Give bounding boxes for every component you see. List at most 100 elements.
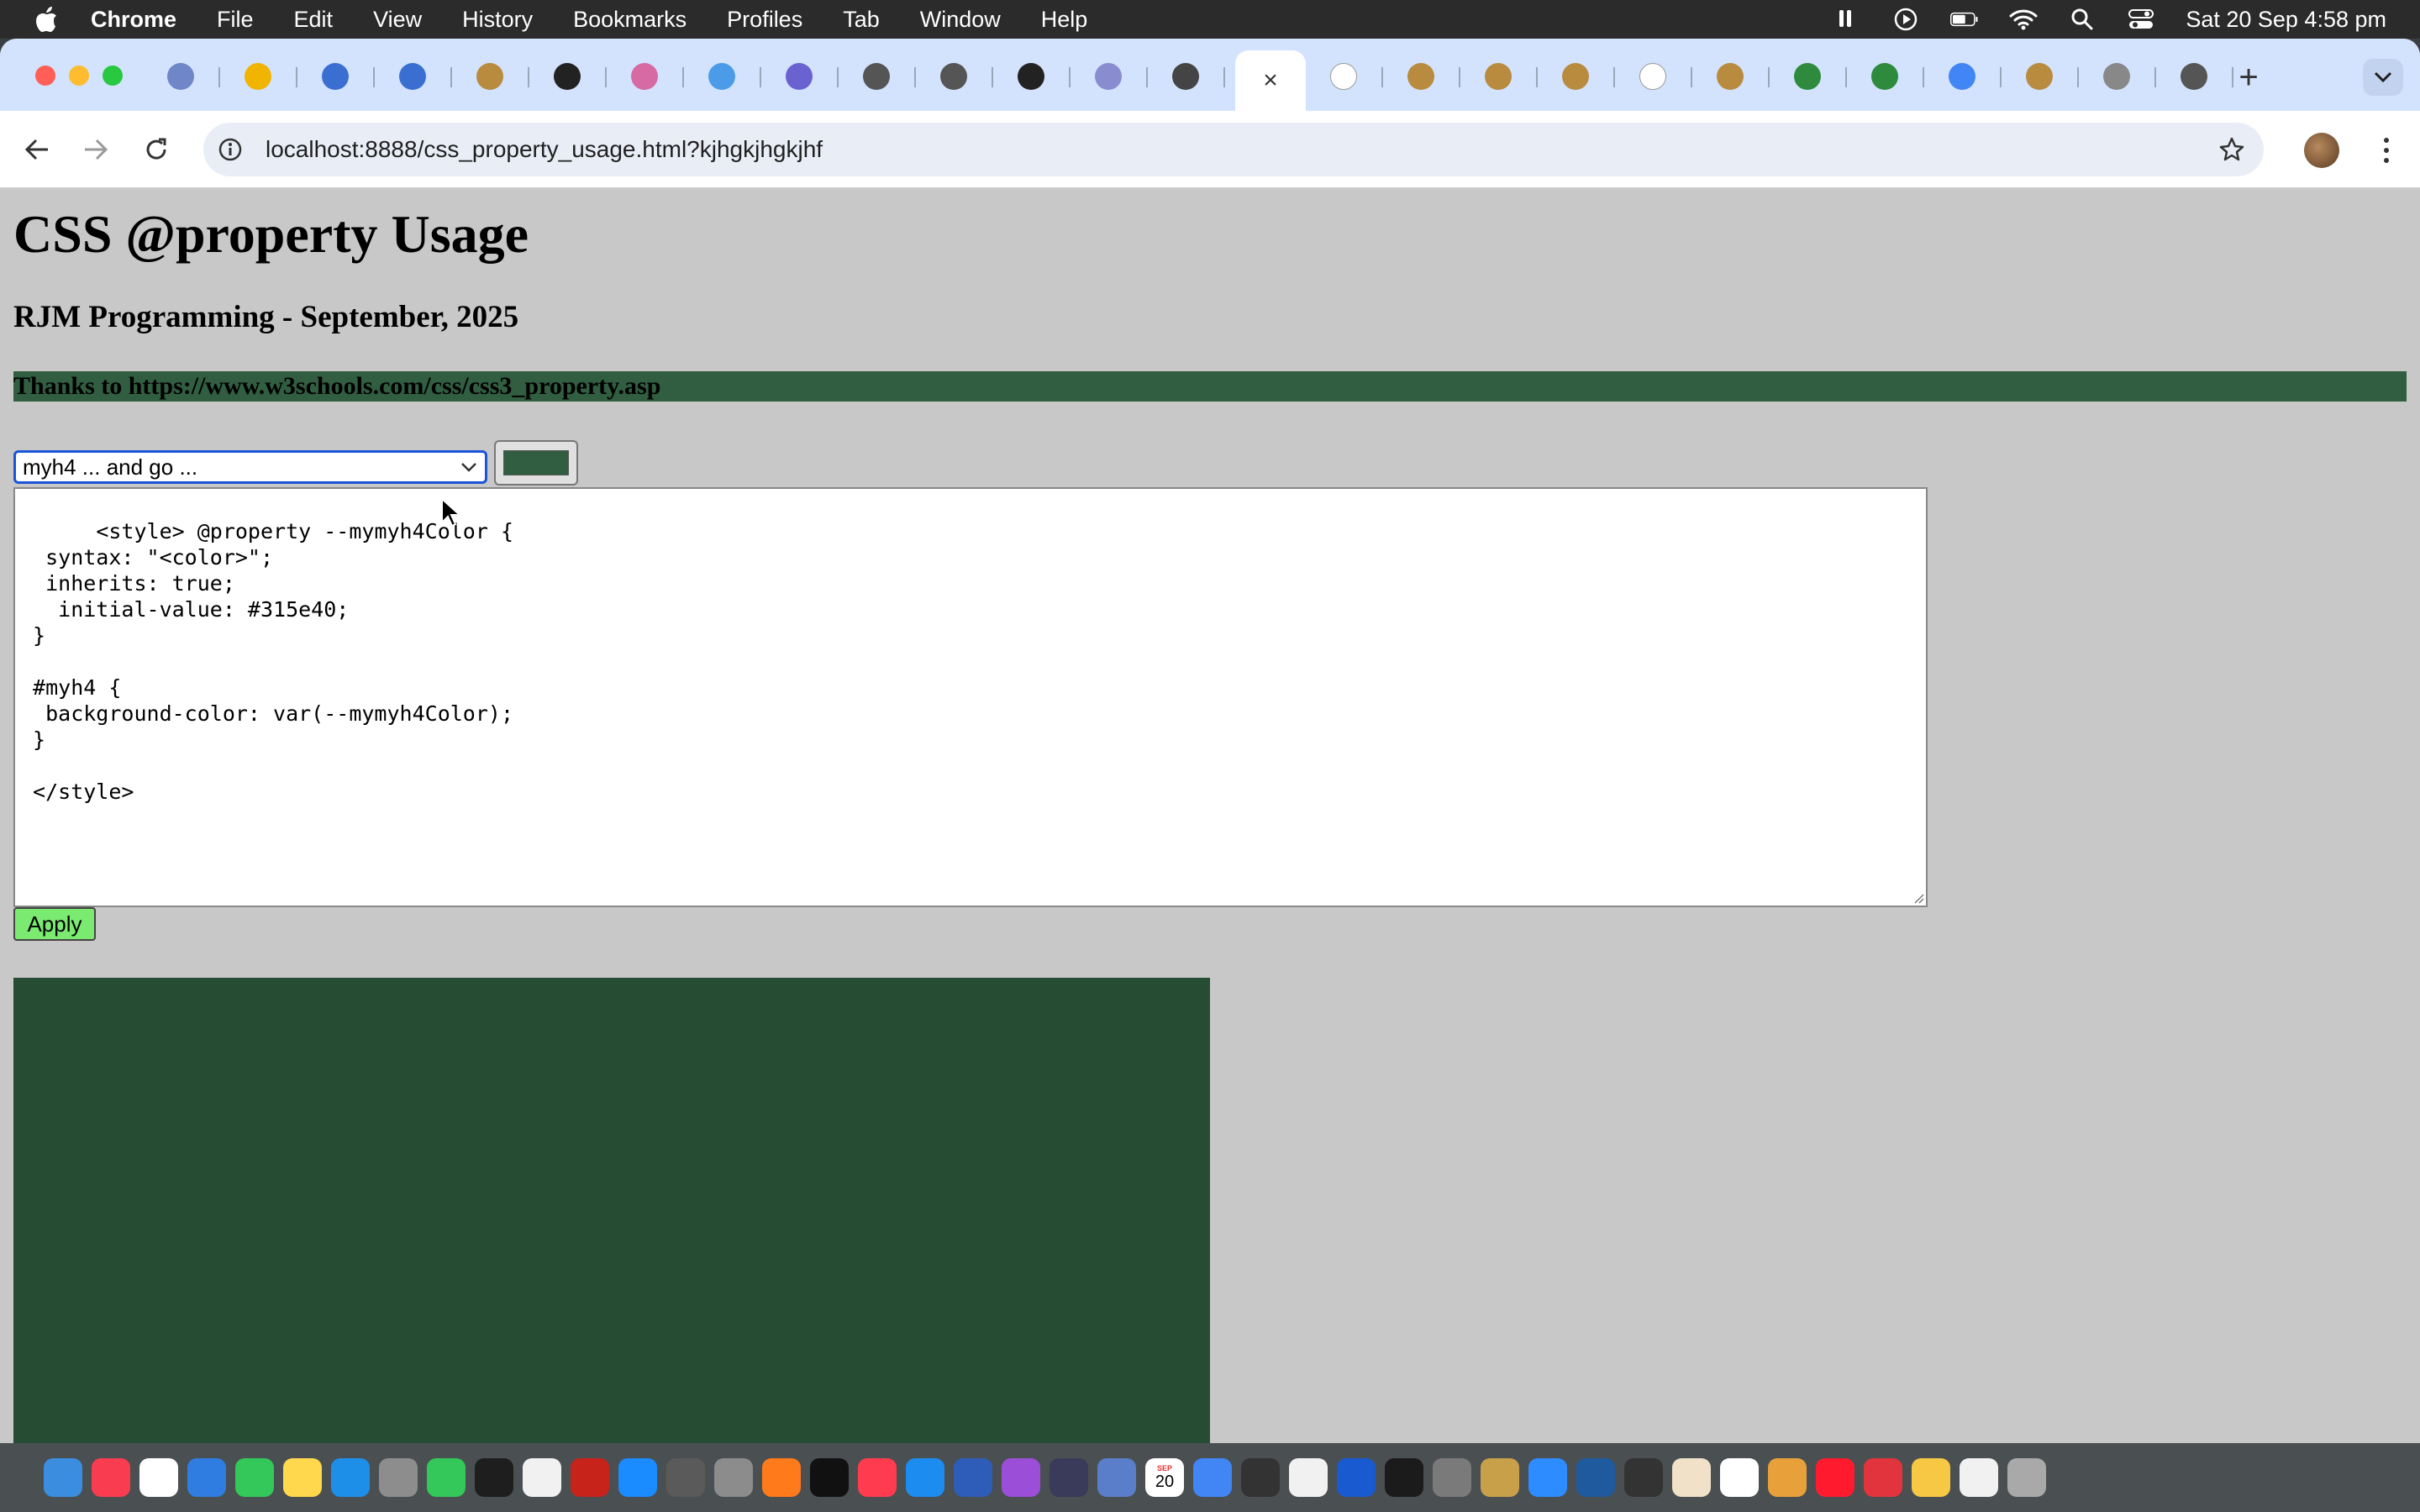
menu-profiles[interactable]: Profiles: [727, 7, 802, 33]
dock-files-icon[interactable]: [1960, 1458, 1998, 1497]
dock-calculator-icon[interactable]: [666, 1458, 705, 1497]
dock-textedit-icon[interactable]: [523, 1458, 561, 1497]
chrome-menu-button[interactable]: [2370, 133, 2403, 168]
wifi-icon[interactable]: [2009, 7, 2038, 32]
dock-calendar-icon[interactable]: SEP 20: [1145, 1458, 1184, 1497]
tab-20[interactable]: [1692, 55, 1768, 97]
tab-24[interactable]: [2002, 55, 2077, 97]
menubar-clock[interactable]: Sat 20 Sep 4:58 pm: [2186, 7, 2386, 33]
dock-terminal-icon[interactable]: [475, 1458, 513, 1497]
dock-tv-icon[interactable]: [810, 1458, 849, 1497]
tab-19[interactable]: [1615, 55, 1691, 97]
reload-button[interactable]: [136, 129, 176, 170]
dock-facetime-icon[interactable]: [427, 1458, 466, 1497]
battery-icon[interactable]: [1950, 7, 1979, 32]
property-select[interactable]: myh4 ... and go ...: [13, 450, 487, 484]
dock-zoom-icon[interactable]: [1528, 1458, 1567, 1497]
dock-inkscape-icon[interactable]: [1624, 1458, 1663, 1497]
tab-15[interactable]: [1306, 55, 1381, 97]
forward-button[interactable]: [76, 129, 116, 170]
tab-7[interactable]: [607, 55, 682, 97]
tab-1[interactable]: [143, 55, 218, 97]
tab-18[interactable]: [1538, 55, 1613, 97]
dock-script-icon[interactable]: [1050, 1458, 1088, 1497]
menu-window[interactable]: Window: [920, 7, 1001, 33]
tab-26[interactable]: [2156, 55, 2232, 97]
dock-freeform-icon[interactable]: [331, 1458, 370, 1497]
tab-13[interactable]: [1071, 55, 1146, 97]
dock-quicktime-icon[interactable]: [1337, 1458, 1376, 1497]
back-button[interactable]: [17, 129, 57, 170]
close-tab-icon[interactable]: ×: [1263, 66, 1278, 95]
tab-5[interactable]: [452, 55, 528, 97]
dock-podcasts-icon[interactable]: [1002, 1458, 1040, 1497]
bookmark-star-icon[interactable]: [2215, 133, 2249, 166]
tab-21[interactable]: [1770, 55, 1845, 97]
resize-handle-icon[interactable]: [1911, 890, 1924, 904]
menu-view[interactable]: View: [373, 7, 422, 33]
profile-avatar[interactable]: [2304, 133, 2339, 168]
tab-17[interactable]: [1460, 55, 1536, 97]
tab-25[interactable]: [2079, 55, 2154, 97]
tab-3[interactable]: [297, 55, 373, 97]
window-minimize-button[interactable]: [69, 66, 89, 86]
dock-trash-icon[interactable]: [2007, 1458, 2046, 1497]
control-center-icon[interactable]: [2127, 7, 2155, 32]
menu-history[interactable]: History: [462, 7, 533, 33]
dock-safari-icon[interactable]: [906, 1458, 944, 1497]
play-circle-icon[interactable]: [1891, 7, 1920, 32]
menu-help[interactable]: Help: [1041, 7, 1088, 33]
menu-bookmarks[interactable]: Bookmarks: [573, 7, 687, 33]
tab-11[interactable]: [916, 55, 992, 97]
dock-finder-icon[interactable]: [44, 1458, 82, 1497]
tab-4[interactable]: [375, 55, 450, 97]
dock-lightbulb-icon[interactable]: [1912, 1458, 1950, 1497]
spotlight-search-icon[interactable]: [2068, 7, 2096, 32]
dock-maps-icon[interactable]: [1097, 1458, 1136, 1497]
dock-settings-icon[interactable]: [1433, 1458, 1471, 1497]
tab-12[interactable]: [993, 55, 1069, 97]
dock-spark-icon[interactable]: [1864, 1458, 1902, 1497]
address-bar[interactable]: localhost:8888/css_property_usage.html?k…: [203, 123, 2264, 176]
tab-6[interactable]: [529, 55, 605, 97]
window-close-button[interactable]: [35, 66, 55, 86]
css-code-textarea[interactable]: <style> @property --mymyh4Color { syntax…: [13, 487, 1928, 907]
dock-filezilla-icon[interactable]: [571, 1458, 609, 1497]
tab-23[interactable]: [1924, 55, 2000, 97]
airplay-audio-icon[interactable]: [1833, 7, 1861, 32]
apple-menu-icon[interactable]: [32, 4, 62, 34]
dock-app-store-icon[interactable]: [618, 1458, 657, 1497]
menu-file[interactable]: File: [217, 7, 254, 33]
dock-intellij-icon[interactable]: [1385, 1458, 1423, 1497]
dock-chrome-icon[interactable]: [1193, 1458, 1232, 1497]
tab-22[interactable]: [1847, 55, 1923, 97]
dock-news-icon[interactable]: [858, 1458, 897, 1497]
dock-music-icon[interactable]: [92, 1458, 130, 1497]
dock-vectorworks-icon[interactable]: [1576, 1458, 1615, 1497]
tab-search-button[interactable]: [2363, 59, 2403, 96]
dock-firefox-icon[interactable]: [762, 1458, 801, 1497]
tab-10[interactable]: [839, 55, 914, 97]
dock-reminders-icon[interactable]: [139, 1458, 178, 1497]
new-tab-button[interactable]: +: [2230, 59, 2267, 96]
menu-tab[interactable]: Tab: [843, 7, 880, 33]
dock-opera-icon[interactable]: [1816, 1458, 1854, 1497]
window-zoom-button[interactable]: [103, 66, 123, 86]
dock-bluetooth-icon[interactable]: [954, 1458, 992, 1497]
site-info-icon[interactable]: [213, 133, 247, 166]
tab-9[interactable]: [761, 55, 837, 97]
tab-14[interactable]: [1148, 55, 1223, 97]
dock-pencil-icon[interactable]: [1720, 1458, 1759, 1497]
dock-compressor-icon[interactable]: [1481, 1458, 1519, 1497]
dock-notes-icon[interactable]: [283, 1458, 322, 1497]
tab-2[interactable]: [220, 55, 296, 97]
color-picker[interactable]: [494, 440, 578, 486]
dock-tableplus-icon[interactable]: [1672, 1458, 1711, 1497]
dock-launchpad-icon[interactable]: [379, 1458, 418, 1497]
apply-button[interactable]: Apply: [13, 907, 96, 941]
menu-app-name[interactable]: Chrome: [91, 7, 176, 33]
tab-16[interactable]: [1383, 55, 1459, 97]
menu-edit[interactable]: Edit: [294, 7, 334, 33]
tab-active[interactable]: ×: [1235, 50, 1306, 111]
tab-8[interactable]: [684, 55, 760, 97]
